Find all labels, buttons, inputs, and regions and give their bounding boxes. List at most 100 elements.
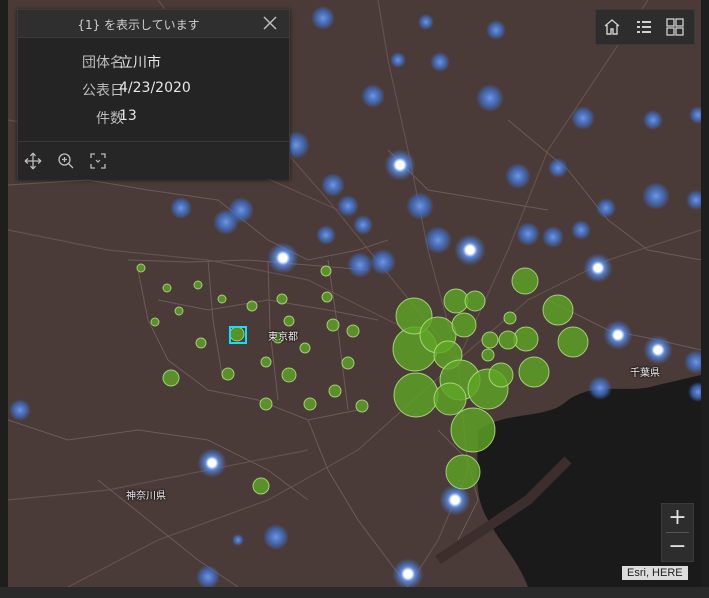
case-bubble[interactable] — [281, 367, 297, 383]
case-bubble[interactable] — [326, 318, 340, 332]
case-bubble[interactable] — [174, 306, 184, 316]
frame-left — [0, 0, 8, 598]
region-border — [157, 299, 379, 321]
case-bubble[interactable] — [162, 283, 172, 293]
popup-actions — [18, 142, 289, 179]
glow-point — [424, 226, 452, 254]
map-attribution: Esri, HERE — [622, 566, 688, 580]
attr-value: 4/23/2020 — [119, 80, 191, 96]
widget-toolbar — [595, 9, 695, 45]
case-bubble[interactable] — [464, 290, 486, 312]
glow-point — [505, 163, 531, 189]
case-bubble[interactable] — [195, 337, 207, 349]
hotspot-glow — [643, 335, 673, 365]
glow-point — [571, 220, 591, 240]
label-chiba: 千葉県 — [630, 368, 660, 379]
glow-point — [353, 215, 373, 235]
attr-label: 団体名 — [82, 55, 124, 71]
glow-point — [684, 350, 701, 374]
case-bubble[interactable] — [320, 265, 332, 277]
case-bubble[interactable] — [450, 407, 496, 453]
attr-row-count: 件数 13 — [18, 108, 289, 130]
case-bubble[interactable] — [445, 454, 481, 490]
attr-value: 13 — [119, 108, 137, 124]
zoom-in-button[interactable]: + — [662, 504, 693, 532]
glow-point — [316, 225, 336, 245]
case-bubble[interactable] — [481, 348, 495, 362]
pan-to-icon[interactable] — [23, 151, 43, 171]
glow-point — [213, 209, 239, 235]
basemap-gallery-icon[interactable] — [664, 16, 686, 38]
case-bubble[interactable] — [260, 356, 272, 368]
label-tokyo: 東京都 — [268, 332, 298, 343]
legend-list-icon[interactable] — [633, 16, 655, 38]
hotspot-glow — [197, 448, 227, 478]
case-bubble[interactable] — [443, 288, 469, 314]
case-bubble[interactable] — [321, 291, 333, 303]
glow-point — [430, 52, 450, 72]
case-bubble[interactable] — [488, 362, 514, 388]
feature-popup: {1} を表示しています 団体名 立川市 公表日 4/23/2020 件数 13 — [17, 9, 290, 179]
case-bubble[interactable] — [542, 294, 574, 326]
attr-value: 立川市 — [119, 55, 161, 71]
glow-point — [170, 197, 192, 219]
glow-point — [232, 534, 244, 546]
hotspot-glow — [603, 320, 633, 350]
case-bubble[interactable] — [283, 315, 295, 327]
case-bubble[interactable] — [299, 342, 311, 354]
case-bubble[interactable] — [341, 356, 355, 370]
case-bubble[interactable] — [557, 326, 589, 358]
case-bubble[interactable] — [481, 331, 499, 349]
case-bubble[interactable] — [217, 294, 227, 304]
case-bubble[interactable] — [246, 300, 258, 312]
case-bubble[interactable] — [346, 324, 360, 338]
hotspot-glow — [267, 242, 299, 274]
popup-header: {1} を表示しています — [18, 10, 289, 38]
case-bubble[interactable] — [259, 397, 273, 411]
case-bubble[interactable] — [221, 367, 235, 381]
case-bubble[interactable] — [303, 397, 317, 411]
glow-point — [361, 84, 385, 108]
glow-point — [596, 198, 616, 218]
case-bubble[interactable] — [355, 399, 369, 413]
glow-point — [516, 222, 540, 246]
attr-row-name: 団体名 立川市 — [18, 52, 289, 74]
zoom-out-button[interactable]: − — [662, 533, 693, 561]
glow-point — [542, 226, 564, 248]
case-bubble[interactable] — [150, 317, 160, 327]
case-bubble[interactable] — [513, 326, 539, 352]
glow-point — [321, 173, 345, 197]
case-bubble[interactable] — [162, 369, 180, 387]
case-bubble[interactable] — [433, 382, 467, 416]
glow-point — [548, 158, 568, 178]
case-bubble[interactable] — [498, 330, 518, 350]
case-bubble[interactable] — [193, 280, 203, 290]
glow-point — [689, 106, 701, 124]
glow-point — [588, 376, 612, 400]
case-bubble[interactable] — [229, 326, 245, 342]
case-bubble[interactable] — [252, 477, 270, 495]
case-bubble[interactable] — [451, 312, 477, 338]
dock-icon[interactable] — [88, 151, 108, 171]
case-bubble[interactable] — [511, 267, 539, 295]
case-bubble[interactable] — [503, 311, 517, 325]
case-bubble[interactable] — [276, 293, 288, 305]
glow-point — [370, 249, 396, 275]
home-icon[interactable] — [601, 16, 623, 38]
glow-point — [406, 192, 434, 220]
zoom-to-icon[interactable] — [56, 151, 76, 171]
glow-point — [196, 565, 220, 587]
hotspot-glow — [392, 558, 424, 587]
glow-point — [9, 399, 31, 421]
close-icon[interactable] — [261, 14, 279, 32]
case-bubble[interactable] — [393, 372, 439, 418]
glow-point — [643, 110, 663, 130]
label-kanagawa: 神奈川県 — [126, 491, 166, 502]
case-bubble[interactable] — [328, 384, 342, 398]
glow-point — [390, 52, 406, 68]
region-border — [207, 259, 224, 381]
popup-attributes: 団体名 立川市 公表日 4/23/2020 件数 13 — [18, 38, 289, 142]
case-bubble[interactable] — [136, 263, 146, 273]
attr-row-date: 公表日 4/23/2020 — [18, 80, 289, 102]
case-bubble[interactable] — [518, 356, 550, 388]
